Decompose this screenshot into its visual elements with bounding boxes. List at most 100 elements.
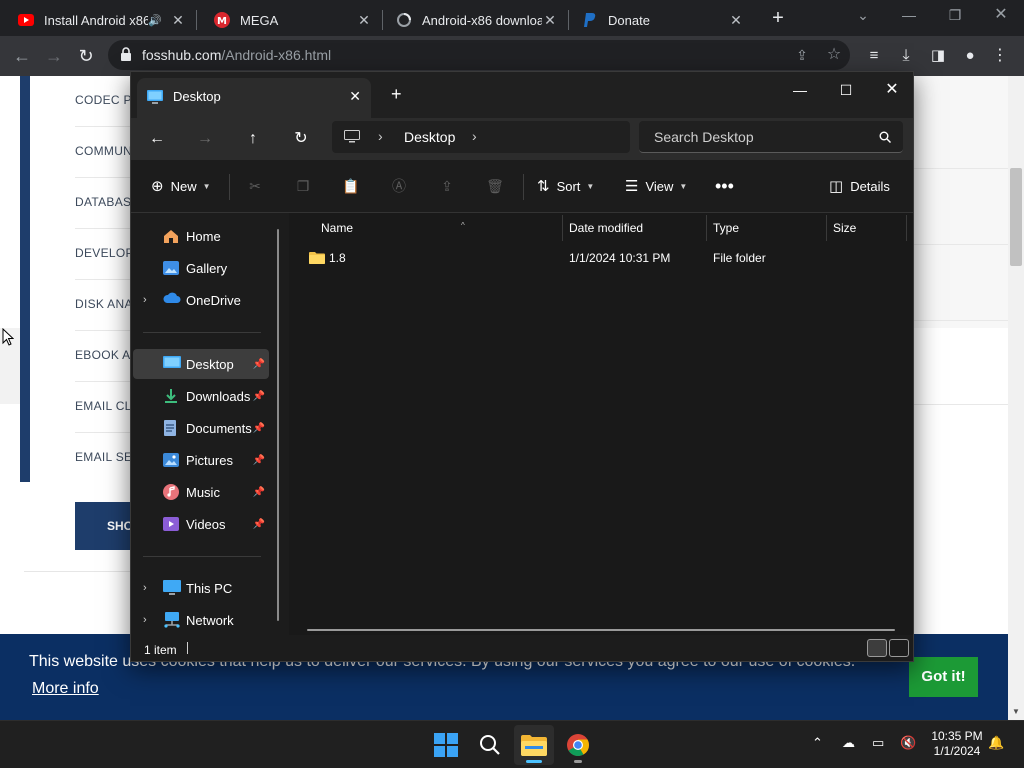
category-link[interactable]: EMAIL SE bbox=[75, 450, 132, 464]
cloud-offline-icon[interactable]: ☁ bbox=[842, 735, 855, 751]
speaker-icon[interactable]: 🔊 bbox=[148, 14, 162, 27]
browser-tab-donate[interactable]: Donate ✕ bbox=[564, 4, 754, 36]
column-header-date[interactable]: Date modified bbox=[563, 215, 707, 241]
nav-item-home[interactable]: Home bbox=[133, 221, 269, 251]
cut-icon[interactable]: ✂ bbox=[245, 176, 265, 196]
explorer-path-bar[interactable]: › Desktop › bbox=[332, 121, 630, 153]
pin-icon[interactable]: 📌 bbox=[253, 391, 265, 402]
chevron-right-icon[interactable]: › bbox=[143, 582, 147, 594]
close-tab-icon[interactable]: ✕ bbox=[542, 12, 558, 28]
category-link[interactable]: EBOOK A bbox=[75, 348, 130, 362]
chevron-right-icon[interactable]: › bbox=[143, 614, 147, 626]
close-tab-icon[interactable]: ✕ bbox=[349, 88, 361, 105]
taskbar-clock[interactable]: 10:35 PM 1/1/2024 bbox=[926, 729, 988, 759]
more-options-icon[interactable]: ••• bbox=[715, 174, 734, 198]
tiles-view-icon[interactable] bbox=[889, 639, 909, 657]
details-view-icon[interactable] bbox=[867, 639, 887, 657]
nav-item-pictures[interactable]: Pictures 📌 bbox=[133, 445, 269, 475]
download-icon[interactable]: ⤓ bbox=[894, 44, 918, 68]
forward-arrow-icon[interactable]: → bbox=[193, 127, 217, 151]
nav-item-documents[interactable]: Documents 📌 bbox=[133, 413, 269, 443]
browser-tab-android-x86[interactable]: Android-x86 download ✕ bbox=[378, 4, 568, 36]
nav-item-desktop[interactable]: Desktop 📌 bbox=[133, 349, 269, 379]
explorer-close-button[interactable]: ✕ bbox=[869, 76, 913, 104]
taskbar-chrome[interactable] bbox=[558, 725, 598, 765]
column-header-type[interactable]: Type bbox=[707, 215, 827, 241]
refresh-icon[interactable]: ↻ bbox=[289, 127, 313, 151]
side-panel-icon[interactable]: ◨ bbox=[926, 44, 950, 68]
delete-icon[interactable]: 🗑 bbox=[485, 176, 505, 196]
nav-item-network[interactable]: › Network bbox=[133, 605, 269, 635]
pin-icon[interactable]: 📌 bbox=[253, 455, 265, 466]
file-list-scrollbar[interactable] bbox=[307, 629, 895, 631]
media-queue-icon[interactable]: ≡ bbox=[862, 44, 886, 68]
close-tab-icon[interactable]: ✕ bbox=[728, 12, 744, 28]
search-box[interactable]: Search Desktop bbox=[639, 121, 903, 153]
taskbar-search-button[interactable] bbox=[470, 725, 510, 765]
sort-button[interactable]: ⇅ Sort ▼ bbox=[537, 174, 594, 198]
scrollbar-thumb[interactable] bbox=[1010, 168, 1022, 266]
bookmark-star-icon[interactable]: ☆ bbox=[822, 43, 846, 67]
cookie-accept-button[interactable]: Got it! bbox=[909, 657, 978, 697]
close-window-button[interactable]: ✕ bbox=[978, 0, 1024, 32]
copy-icon[interactable]: ❐ bbox=[293, 176, 313, 196]
browser-tab-mega[interactable]: M MEGA ✕ bbox=[196, 4, 382, 36]
chevron-right-icon[interactable]: › bbox=[143, 294, 147, 306]
page-scrollbar[interactable]: ▼ bbox=[1008, 76, 1024, 720]
pin-icon[interactable]: 📌 bbox=[253, 519, 265, 530]
nav-item-videos[interactable]: Videos 📌 bbox=[133, 509, 269, 539]
up-arrow-icon[interactable]: ↑ bbox=[241, 127, 265, 151]
profile-avatar-icon[interactable]: ● bbox=[958, 44, 982, 68]
column-header-size[interactable]: Size bbox=[827, 215, 907, 241]
close-tab-icon[interactable]: ✕ bbox=[356, 12, 372, 28]
nav-pane-scrollbar[interactable] bbox=[277, 229, 279, 621]
chevron-right-icon[interactable]: › bbox=[378, 128, 383, 144]
new-explorer-tab-button[interactable]: + bbox=[391, 84, 402, 105]
category-link[interactable]: COMMUN bbox=[75, 144, 132, 158]
network-status-icon[interactable]: ▭ bbox=[872, 735, 884, 751]
explorer-minimize-button[interactable]: — bbox=[777, 76, 823, 104]
restore-window-button[interactable]: ❐ bbox=[932, 0, 978, 32]
search-input[interactable]: Search Desktop bbox=[654, 129, 754, 145]
new-button[interactable]: ⊕ New ▼ bbox=[151, 174, 211, 198]
category-link[interactable]: EMAIL CL bbox=[75, 399, 132, 413]
back-arrow-icon[interactable]: ← bbox=[145, 127, 169, 151]
browser-tab-install-android[interactable]: Install Android x86 🔊 ✕ bbox=[0, 4, 196, 36]
category-link[interactable]: DATABAS bbox=[75, 195, 131, 209]
pin-icon[interactable]: 📌 bbox=[253, 487, 265, 498]
menu-kebab-icon[interactable]: ⋮ bbox=[988, 44, 1012, 68]
tray-chevron-up-icon[interactable]: ⌃ bbox=[812, 735, 823, 751]
nav-item-gallery[interactable]: Gallery bbox=[133, 253, 269, 283]
reload-icon[interactable]: ↻ bbox=[74, 44, 98, 68]
nav-item-downloads[interactable]: Downloads 📌 bbox=[133, 381, 269, 411]
nav-item-music[interactable]: Music 📌 bbox=[133, 477, 269, 507]
view-button[interactable]: ☰ View ▼ bbox=[625, 174, 687, 198]
notification-bell-icon[interactable]: 🔔 bbox=[988, 735, 1004, 751]
scroll-down-arrow-icon[interactable]: ▼ bbox=[1012, 707, 1020, 716]
start-button[interactable] bbox=[426, 725, 466, 765]
cookie-more-info-link[interactable]: More info bbox=[32, 680, 99, 698]
share-icon[interactable]: ⇪ bbox=[437, 176, 457, 196]
chevron-right-icon[interactable]: › bbox=[472, 128, 477, 144]
pin-icon[interactable]: 📌 bbox=[253, 359, 265, 370]
file-row[interactable]: 1.8 1/1/2024 10:31 PM File folder bbox=[299, 243, 905, 273]
explorer-maximize-button[interactable]: ☐ bbox=[823, 76, 869, 104]
new-tab-button[interactable]: + bbox=[766, 6, 790, 30]
minimize-window-button[interactable]: — bbox=[886, 0, 932, 32]
share-icon[interactable]: ⇪ bbox=[790, 43, 814, 67]
back-arrow-icon[interactable]: ← bbox=[10, 44, 34, 68]
pin-icon[interactable]: 📌 bbox=[253, 423, 265, 434]
column-header-name[interactable]: Name ^ bbox=[315, 215, 563, 241]
rename-icon[interactable]: Ⓐ bbox=[389, 176, 409, 196]
category-link[interactable]: DEVELOP bbox=[75, 246, 134, 260]
speaker-muted-icon[interactable]: 🔇 bbox=[900, 735, 916, 751]
details-button[interactable]: ◫ Details bbox=[829, 174, 890, 198]
nav-item-this-pc[interactable]: › This PC bbox=[133, 573, 269, 603]
paste-icon[interactable]: 📋 bbox=[341, 176, 361, 196]
breadcrumb-desktop[interactable]: Desktop bbox=[404, 129, 455, 145]
nav-item-onedrive[interactable]: › OneDrive bbox=[133, 285, 269, 315]
explorer-tab-desktop[interactable]: Desktop ✕ bbox=[137, 78, 371, 118]
taskbar-file-explorer[interactable] bbox=[514, 725, 554, 765]
tab-search-chevron-icon[interactable]: ⌄ bbox=[840, 0, 886, 32]
address-bar[interactable]: fosshub.com/Android-x86.html ⇪ ☆ bbox=[108, 40, 850, 70]
